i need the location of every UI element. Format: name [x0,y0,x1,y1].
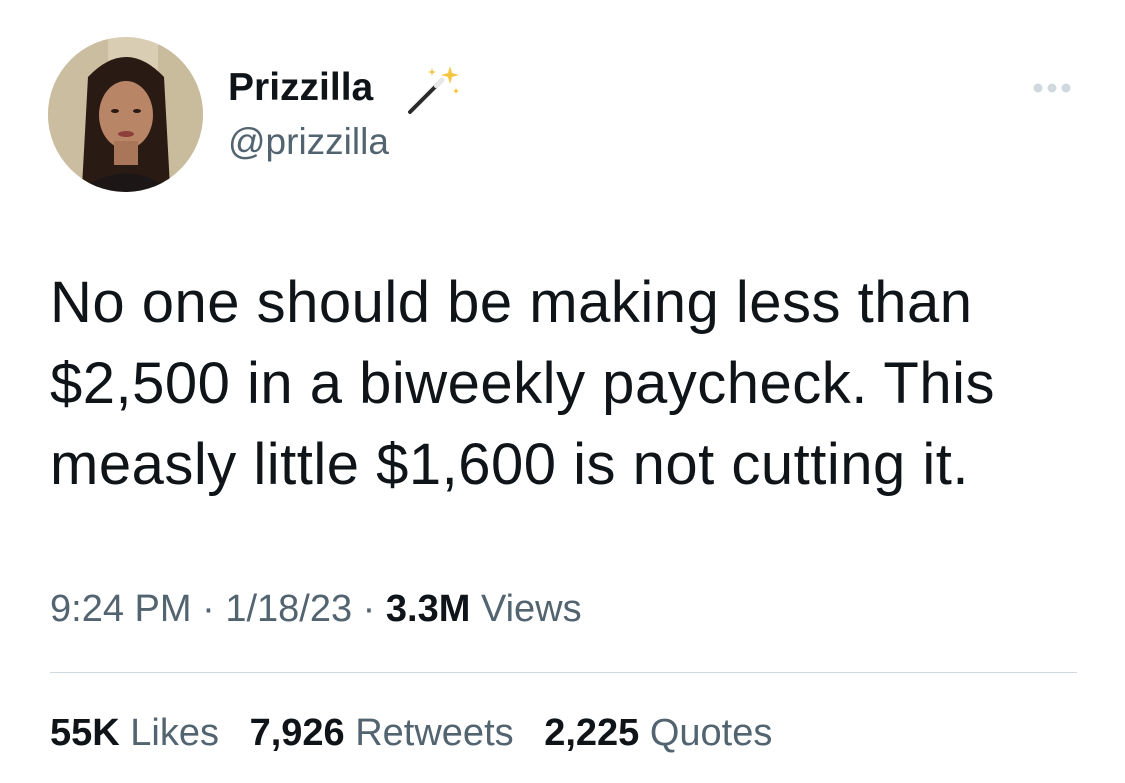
likes-stat[interactable]: 55K Likes [50,709,219,757]
meta-separator: · [202,588,215,630]
display-name[interactable]: Prizzilla [228,65,373,111]
divider [50,672,1077,673]
retweets-label: Retweets [355,712,514,754]
tweet-time[interactable]: 9:24 PM [50,588,192,630]
views-label: Views [480,588,582,630]
quotes-count: 2,225 [544,712,640,754]
quotes-stat[interactable]: 2,225 Quotes [544,709,772,757]
tweet-text: No one should be making less than $2,500… [50,270,995,497]
meta-separator: · [362,588,376,630]
views-count: 3.3M [385,588,471,630]
likes-count: 55K [50,712,120,754]
avatar[interactable] [48,37,203,192]
more-options-icon[interactable] [1030,80,1074,96]
likes-label: Likes [130,712,219,754]
avatar-photo [48,37,203,192]
views[interactable]: 3.3M Views [386,588,582,630]
retweets-count: 7,926 [249,712,345,754]
engagement-stats: 55K Likes 7,926 Retweets 2,225 Quotes [50,709,792,757]
magic-wand-icon [402,62,462,118]
retweets-stat[interactable]: 7,926 Retweets [250,709,514,757]
quotes-label: Quotes [649,712,773,754]
tweet-date[interactable]: 1/18/23 [225,588,352,630]
user-handle[interactable]: @prizzilla [228,119,389,165]
tweet-metadata: 9:24 PM · 1/18/23 · 3.3M Views [50,585,582,633]
